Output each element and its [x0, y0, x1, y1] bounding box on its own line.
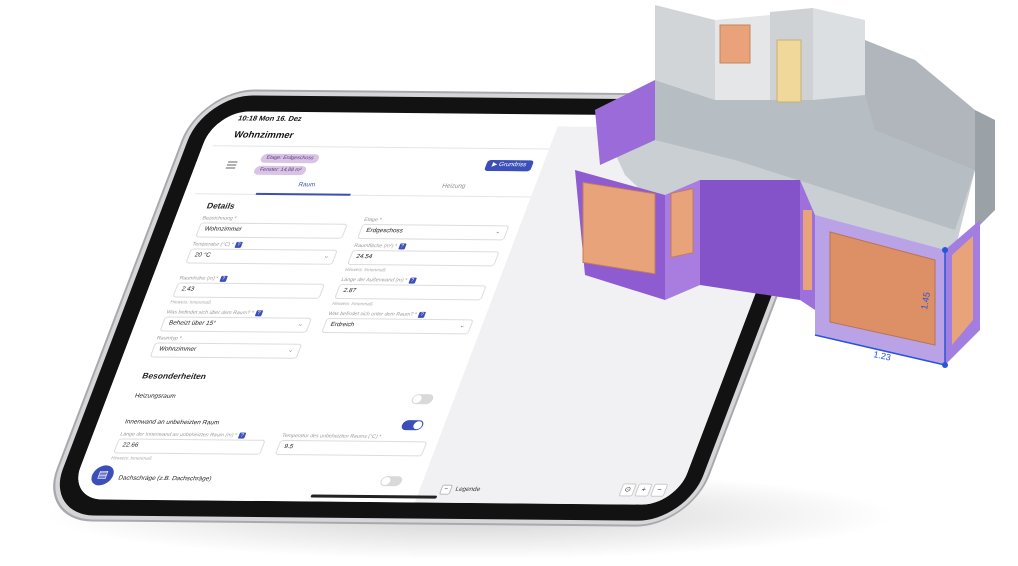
- room-type-select[interactable]: Wohnzimmer ⌄: [149, 342, 303, 359]
- outer-wall-hint: Hinweis: Innenmaß: [331, 300, 374, 307]
- back-wall-right: [813, 8, 865, 100]
- below-select[interactable]: Erdreich ⌄: [321, 317, 474, 335]
- chevron-down-icon: ⌄: [296, 321, 305, 328]
- back-door: [776, 39, 802, 103]
- above-field: Was befindet sich über dem Raum? *? Behe…: [159, 309, 314, 333]
- temperature-select[interactable]: 20 °C ⌄: [185, 248, 338, 265]
- room-height-field: Raumhöhe (m) *? 2.43 Hinweis: Innenmaß: [170, 275, 328, 305]
- help-icon[interactable]: ?: [407, 277, 417, 284]
- book-icon[interactable]: ▤: [88, 465, 117, 486]
- inner-wall-label: Innenwand an unbeheizten Raum: [123, 419, 221, 427]
- wall-length-input[interactable]: 22.66: [113, 438, 266, 455]
- details-heading: Details: [205, 201, 237, 211]
- outer-wall-field: Länge der Außenwand (m) *? 2.87 Hinweis:…: [331, 277, 489, 307]
- zoom-controls: ⊙ + −: [616, 478, 670, 497]
- page-title: Wohnzimmer: [232, 129, 296, 140]
- back-window: [719, 24, 751, 64]
- room-type-value: Wohnzimmer: [157, 346, 198, 353]
- front-window-left: [582, 181, 656, 275]
- temperature-value: 20 °C: [193, 252, 212, 259]
- zoom-out-button[interactable]: −: [649, 483, 669, 497]
- status-time: 10:18: [236, 115, 259, 123]
- floor-value: Erdgeschoss: [365, 228, 404, 235]
- front-window-corner: [670, 188, 694, 258]
- help-icon[interactable]: ?: [237, 432, 247, 439]
- title-divider: [212, 145, 550, 150]
- slope-label: Dachschräge (z.B. Dachschräge): [117, 475, 213, 483]
- wall-length-hint: Hinweis: Innenmaß: [110, 455, 153, 461]
- area-chip: Fenster: 14,88 m²: [252, 165, 309, 176]
- unheated-temp-input[interactable]: 9.5: [274, 439, 428, 457]
- help-icon[interactable]: ?: [254, 310, 263, 317]
- above-value: Beheizt über 15°: [167, 320, 217, 327]
- floorplan-button[interactable]: ▶ Grundriss: [483, 159, 535, 172]
- wall-length-label: Länge der Innenwand an unbeheizten Raum …: [119, 431, 238, 439]
- below-field: Was befindet sich unter dem Raum? *? Erd…: [321, 310, 476, 335]
- name-input[interactable]: Wohnzimmer: [195, 222, 348, 239]
- specials-heading: Besonderheiten: [140, 371, 208, 382]
- dimension-handle[interactable]: [942, 247, 948, 253]
- heating-room-toggle[interactable]: [410, 394, 435, 405]
- legend-toggle[interactable]: − Legende: [438, 484, 482, 495]
- below-value: Erdreich: [329, 322, 356, 329]
- right-wall-end: [975, 110, 995, 230]
- dimension-handle[interactable]: [942, 362, 948, 368]
- room-height-label: Raumhöhe (m) *: [178, 275, 220, 282]
- room-height-input[interactable]: 2.43: [172, 282, 326, 299]
- temperature-label: Temperatur (°C) *: [191, 241, 235, 248]
- heating-room-label: Heizungsraum: [133, 393, 177, 400]
- name-field: Bezeichnung * Wohnzimmer: [195, 215, 350, 239]
- floor-area-label: Raumfläche (m²) *: [353, 242, 398, 250]
- floor-field: Etage * Erdgeschoss ⌄: [356, 217, 512, 241]
- chevron-down-icon: ⌄: [458, 323, 466, 330]
- tab-room[interactable]: Raum: [258, 182, 355, 189]
- status-date: Mon 16. Dez: [257, 115, 303, 124]
- tab-heating[interactable]: Heizung: [405, 183, 502, 190]
- wall-length-field: Länge der Innenwand an unbeheizten Raum …: [110, 431, 268, 461]
- help-icon[interactable]: ?: [219, 275, 228, 282]
- legend-label: Legende: [454, 486, 482, 494]
- outer-wall-label: Länge der Außenwand (m) *: [340, 276, 409, 284]
- floor-area-hint: Hinweis: Innenmaß: [344, 266, 387, 273]
- below-label: Was befindet sich unter dem Raum? *: [327, 310, 418, 318]
- above-select[interactable]: Beheizt über 15° ⌄: [159, 316, 313, 333]
- above-label: Was befindet sich über dem Raum? *: [165, 309, 255, 317]
- room-height-hint: Hinweis: Innenmaß: [169, 299, 213, 305]
- status-bar: 10:18 Mon 16. Dez: [237, 115, 303, 123]
- temperature-field: Temperatur (°C) *? 20 °C ⌄: [185, 241, 340, 265]
- floor-chip: Etage: Erdgeschoss: [259, 153, 321, 164]
- chevron-down-icon: ⌄: [322, 253, 331, 260]
- floor-area-input[interactable]: 24.54: [346, 249, 500, 267]
- outer-wall-input[interactable]: 2.87: [334, 283, 487, 301]
- help-icon[interactable]: ?: [234, 241, 243, 248]
- promo-stage: 10:18 Mon 16. Dez ••• Wohnzimmer Etage: …: [0, 0, 1018, 566]
- room-3d-model[interactable]: 1.45 1.23: [555, 0, 1018, 380]
- bay-window-left: [803, 210, 812, 290]
- chevron-down-icon: ⌄: [286, 347, 295, 354]
- collapse-icon: −: [438, 484, 454, 495]
- unheated-temp-field: Temperatur des unbeheizten Raums (°C) * …: [274, 433, 430, 457]
- slope-toggle[interactable]: [378, 476, 404, 487]
- chevron-down-icon: ⌄: [494, 229, 502, 236]
- tab-indicator: [255, 192, 351, 196]
- floor-area-field: Raumfläche (m²) *? 24.54 Hinweis: Innenm…: [344, 243, 502, 273]
- room-type-field: Raumtyp * Wohnzimmer ⌄: [149, 335, 305, 359]
- help-icon[interactable]: ?: [417, 311, 427, 318]
- help-icon[interactable]: ?: [397, 243, 407, 250]
- menu-icon[interactable]: [225, 159, 239, 170]
- outer-wall-center: [700, 180, 800, 300]
- tab-divider: [194, 193, 532, 198]
- inner-wall-toggle[interactable]: [400, 420, 425, 431]
- floor-select[interactable]: Erdgeschoss ⌄: [356, 223, 510, 241]
